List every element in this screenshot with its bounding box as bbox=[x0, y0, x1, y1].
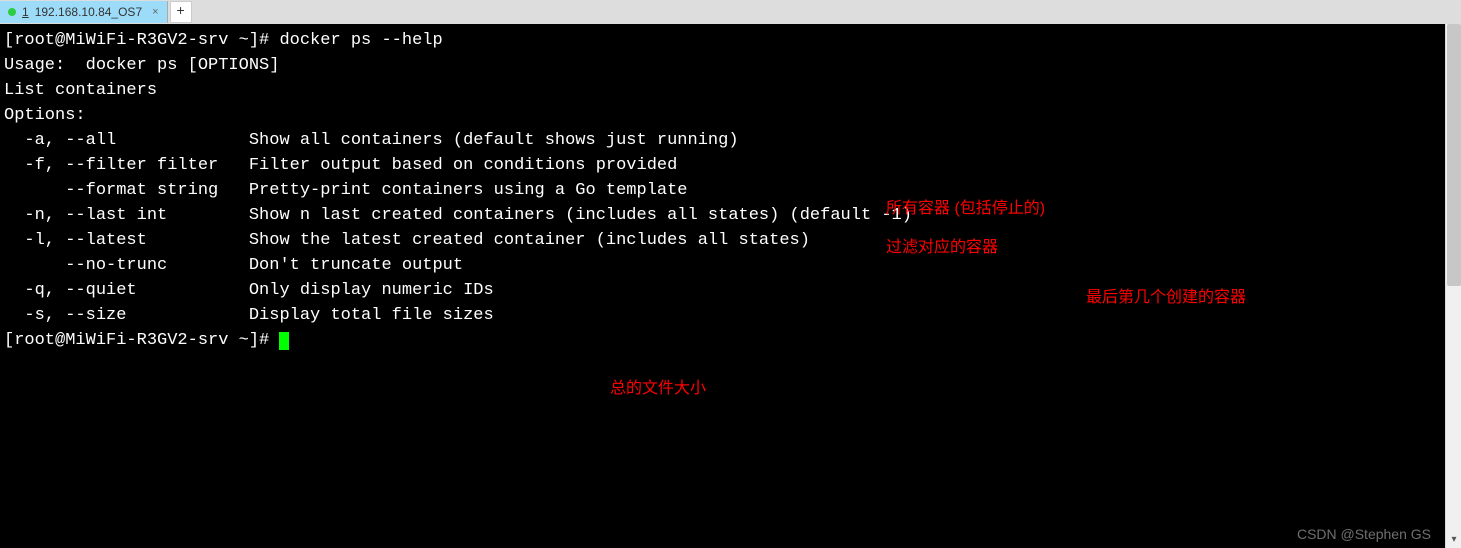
terminal-line: --no-trunc Don't truncate output bbox=[4, 253, 1457, 278]
watermark-text: CSDN @Stephen GS bbox=[1297, 526, 1431, 542]
terminal-line: Usage: docker ps [OPTIONS] bbox=[4, 53, 1457, 78]
cursor-icon bbox=[279, 332, 289, 350]
terminal-line: -f, --filter filter Filter output based … bbox=[4, 153, 1457, 178]
tab-bar: 1 192.168.10.84_OS7 × + bbox=[0, 0, 1461, 24]
scroll-down-icon[interactable]: ▾ bbox=[1446, 532, 1461, 548]
terminal-line: -l, --latest Show the latest created con… bbox=[4, 228, 1457, 253]
status-dot-icon bbox=[8, 8, 16, 16]
session-tab[interactable]: 1 192.168.10.84_OS7 × bbox=[0, 1, 168, 23]
terminal-line: Options: bbox=[4, 103, 1457, 128]
terminal-area[interactable]: [root@MiWiFi-R3GV2-srv ~]# docker ps --h… bbox=[0, 24, 1461, 548]
vertical-scrollbar[interactable]: ▴ ▾ bbox=[1445, 24, 1461, 548]
terminal-line: --format string Pretty-print containers … bbox=[4, 178, 1457, 203]
terminal-line: List containers bbox=[4, 78, 1457, 103]
close-icon[interactable]: × bbox=[152, 6, 158, 18]
tab-index: 1 bbox=[22, 5, 29, 19]
terminal-line: -a, --all Show all containers (default s… bbox=[4, 128, 1457, 153]
prompt-text: [root@MiWiFi-R3GV2-srv ~]# bbox=[4, 331, 279, 350]
annotation-all: 所有容器 (包括停止的) bbox=[886, 194, 1045, 218]
plus-icon: + bbox=[176, 4, 184, 20]
tab-title: 192.168.10.84_OS7 bbox=[35, 5, 142, 19]
terminal-line: [root@MiWiFi-R3GV2-srv ~]# docker ps --h… bbox=[4, 28, 1457, 53]
annotation-filter: 过滤对应的容器 bbox=[886, 233, 998, 257]
annotation-size: 总的文件大小 bbox=[610, 374, 706, 398]
scrollbar-thumb[interactable] bbox=[1447, 24, 1461, 286]
terminal-prompt-line: [root@MiWiFi-R3GV2-srv ~]# bbox=[4, 328, 1457, 353]
terminal-line: -n, --last int Show n last created conta… bbox=[4, 203, 1457, 228]
annotation-last: 最后第几个创建的容器 bbox=[1086, 283, 1246, 307]
add-tab-button[interactable]: + bbox=[170, 1, 192, 23]
